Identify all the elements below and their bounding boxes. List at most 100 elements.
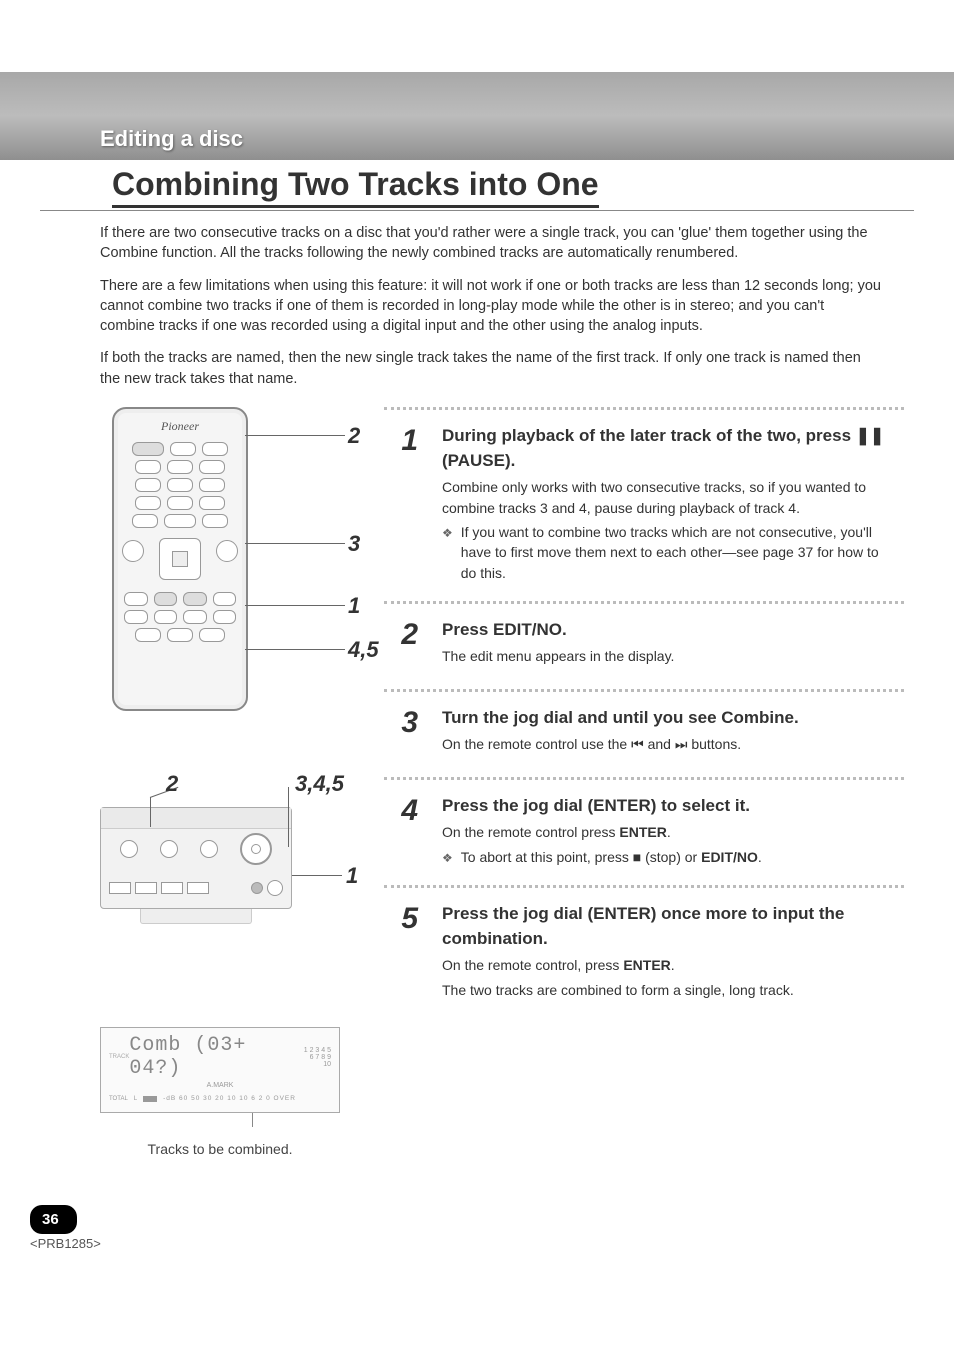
remote-btn — [124, 592, 148, 606]
remote-btn — [132, 442, 164, 456]
deck-btn — [161, 882, 183, 894]
step-item: 1 During playback of the later track of … — [384, 410, 904, 604]
remote-btn — [170, 442, 196, 456]
step-body: On the remote control use the ⏮ and ⏭ bu… — [442, 734, 898, 754]
remote-brand: Pioneer — [114, 419, 246, 434]
step-num: 2 — [390, 618, 418, 671]
deck-circle — [160, 840, 178, 858]
deck-circle — [120, 840, 138, 858]
step-bullet: If you want to combine two tracks which … — [461, 522, 898, 583]
remote-btn — [183, 592, 207, 606]
intro-block: If there are two consecutive tracks on a… — [100, 223, 882, 389]
remote-btn — [213, 592, 237, 606]
callout-line — [292, 875, 342, 876]
lcd-grid1: 1 2 3 4 5 — [302, 1047, 331, 1054]
remote-btn — [199, 478, 225, 492]
step-bullet: To abort at this point, press ■ (stop) o… — [461, 847, 762, 867]
intro-p1: If there are two consecutive tracks on a… — [100, 223, 882, 264]
section-tab: Editing a disc — [0, 118, 243, 160]
lcd-caption: Tracks to be combined. — [100, 1141, 340, 1157]
callout-line — [245, 435, 345, 436]
callout-line — [150, 797, 151, 827]
remote-btn — [183, 610, 207, 624]
step-body2: The two tracks are combined to form a si… — [442, 980, 898, 1000]
lcd-figure: TRACK Comb (03+ 04?) 1 2 3 4 5 6 7 8 9 1… — [100, 1027, 340, 1157]
bullet-icon — [442, 847, 453, 867]
step-body: Combine only works with two consecutive … — [442, 477, 898, 518]
callout-3: 3 — [348, 531, 360, 557]
remote-btn — [135, 478, 161, 492]
remote-btn — [167, 496, 193, 510]
page-footer: 36 <PRB1285> — [30, 1205, 101, 1251]
step-head: During playback of the later track of th… — [442, 424, 898, 473]
step-num: 4 — [390, 794, 418, 867]
remote-btn — [154, 592, 178, 606]
remote-btn — [199, 460, 225, 474]
step-body: The edit menu appears in the display. — [442, 646, 898, 666]
lcd-pointer — [252, 1113, 253, 1127]
remote-btn — [167, 628, 193, 642]
remote-btn — [135, 496, 161, 510]
lcd-meter-left: TOTAL — [109, 1096, 128, 1102]
page-title: Combining Two Tracks into One — [112, 160, 599, 208]
remote-dpad — [159, 538, 201, 580]
lcd-grid2: 6 7 8 9 10 — [302, 1054, 331, 1068]
step-body: On the remote control press ENTER. — [442, 822, 898, 842]
remote-btn — [164, 514, 196, 528]
step-body: On the remote control, press ENTER. — [442, 955, 898, 975]
step-head: Turn the jog dial and until you see Comb… — [442, 706, 898, 731]
deck-tray — [140, 909, 252, 924]
remote-circle — [216, 540, 238, 562]
step-num: 5 — [390, 902, 418, 1004]
callout-1: 1 — [348, 593, 360, 619]
deck-callout-345: 3,4,5 — [295, 771, 344, 797]
callout-45: 4,5 — [348, 637, 379, 663]
remote-btn — [167, 460, 193, 474]
step-item: 2 Press EDIT/NO. The edit menu appears i… — [384, 604, 904, 692]
remote-btn — [154, 610, 178, 624]
lcd-text: Comb (03+ 04?) — [129, 1034, 301, 1080]
remote-btn — [167, 478, 193, 492]
remote-circle — [122, 540, 144, 562]
lcd-scale: -dB 60 50 30 20 10 10 6 2 0 OVER — [163, 1095, 296, 1102]
deck-callout-1: 1 — [346, 863, 358, 889]
page-number: 36 — [30, 1205, 77, 1234]
remote-btn — [202, 514, 228, 528]
remote-btn — [132, 514, 158, 528]
step-head: Press the jog dial (ENTER) once more to … — [442, 902, 898, 951]
lcd-panel: TRACK Comb (03+ 04?) 1 2 3 4 5 6 7 8 9 1… — [100, 1027, 340, 1113]
callout-line — [245, 649, 345, 650]
remote-btn — [124, 610, 148, 624]
deck-figure: 2 3,4,5 1 — [100, 767, 360, 967]
deck-callout-2: 2 — [166, 771, 178, 797]
callout-line — [288, 787, 289, 847]
step-item: 4 Press the jog dial (ENTER) to select i… — [384, 780, 904, 888]
step-head: Press EDIT/NO. — [442, 618, 898, 643]
remote-btn — [202, 442, 228, 456]
intro-p2: There are a few limitations when using t… — [100, 276, 882, 337]
step-num: 1 — [390, 424, 418, 583]
step-item: 3 Turn the jog dial and until you see Co… — [384, 692, 904, 780]
doc-ref: <PRB1285> — [30, 1236, 101, 1251]
step-head: Press the jog dial (ENTER) to select it. — [442, 794, 898, 819]
deck-circle — [200, 840, 218, 858]
deck-btn — [109, 882, 131, 894]
remote-btn — [135, 628, 161, 642]
remote-btn — [135, 460, 161, 474]
remote-btn — [199, 628, 225, 642]
bullet-icon — [442, 522, 453, 583]
steps-list: 1 During playback of the later track of … — [384, 407, 904, 1157]
remote-outline: Pioneer — [112, 407, 248, 711]
remote-figure: Pioneer — [100, 407, 360, 727]
deck-btn — [135, 882, 157, 894]
deck-btn — [187, 882, 209, 894]
step-item: 5 Press the jog dial (ENTER) once more t… — [384, 888, 904, 1022]
remote-btn — [199, 496, 225, 510]
deck-outline — [100, 807, 292, 909]
callout-line — [245, 543, 345, 544]
header-band: Editing a disc — [0, 72, 954, 160]
deck-knob — [251, 882, 263, 894]
callout-2: 2 — [348, 423, 360, 449]
callout-line — [245, 605, 345, 606]
remote-btn — [213, 610, 237, 624]
